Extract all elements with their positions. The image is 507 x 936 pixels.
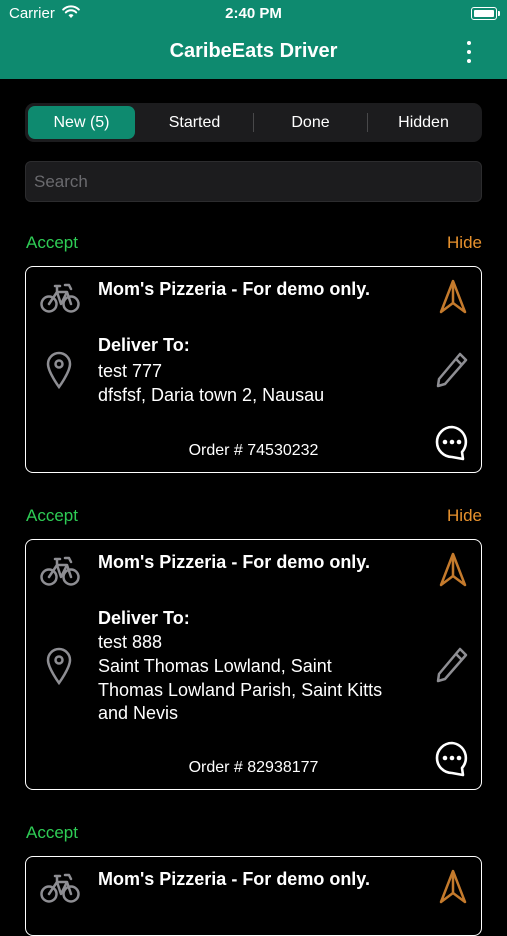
delivery-address: dfsfsf, Daria town 2, Nausau xyxy=(98,385,325,405)
delivery-address-line: Saint Thomas Lowland, Saint xyxy=(98,656,332,676)
page-title: CaribeEats Driver xyxy=(169,40,338,62)
bicycle-icon xyxy=(40,554,80,593)
search-input[interactable] xyxy=(26,162,481,201)
restaurant-name: Mom's Pizzeria - For demo only. xyxy=(98,869,370,889)
status-bar: Carrier 2:40 PM xyxy=(0,0,507,28)
order-card[interactable]: Mom's Pizzeria - For demo only. xyxy=(25,856,482,936)
order-number: Order # 74530232 xyxy=(188,442,319,459)
tab-done[interactable]: Done xyxy=(254,106,367,139)
delivery-address-line: and Nevis xyxy=(98,703,179,723)
accept-button[interactable]: Accept xyxy=(26,823,78,843)
bicycle-icon xyxy=(40,281,80,320)
navigation-arrow-icon[interactable] xyxy=(439,279,467,320)
order-number: Order # 82938177 xyxy=(188,759,319,776)
hide-button[interactable]: Hide xyxy=(447,506,482,526)
order-actions: Accept Hide xyxy=(26,233,482,255)
restaurant-name: Mom's Pizzeria - For demo only. xyxy=(98,279,370,299)
more-vertical-icon xyxy=(467,41,471,45)
bicycle-icon xyxy=(40,871,80,910)
pencil-icon[interactable] xyxy=(435,646,469,689)
search-field xyxy=(25,161,482,202)
deliver-to-label: Deliver To: xyxy=(98,608,190,628)
hide-button[interactable]: Hide xyxy=(447,233,482,253)
order-status-tabs: New (5) Started Done Hidden xyxy=(25,103,482,142)
customer-name: test 888 xyxy=(98,632,163,652)
battery-icon xyxy=(471,7,500,20)
deliver-to-label: Deliver To: xyxy=(98,335,190,355)
tab-new[interactable]: New (5) xyxy=(28,106,135,139)
location-pin-icon xyxy=(46,351,72,394)
restaurant-name: Mom's Pizzeria - For demo only. xyxy=(98,552,370,572)
status-time: 2:40 PM xyxy=(225,5,282,22)
more-menu-button[interactable] xyxy=(461,41,477,65)
accept-button[interactable]: Accept xyxy=(26,233,78,253)
order-card[interactable]: Mom's Pizzeria - For demo only. Deliver … xyxy=(25,539,482,790)
customer-name: test 777 xyxy=(98,361,163,381)
order-actions: Accept Hide xyxy=(26,506,482,528)
app-header: Carrier 2:40 PM CaribeEats Driver xyxy=(0,0,507,79)
tab-started[interactable]: Started xyxy=(138,106,251,139)
delivery-address-line: Thomas Lowland Parish, Saint Kitts xyxy=(98,680,383,700)
accept-button[interactable]: Accept xyxy=(26,506,78,526)
navigation-arrow-icon[interactable] xyxy=(439,552,467,593)
pencil-icon[interactable] xyxy=(435,351,469,394)
tab-hidden[interactable]: Hidden xyxy=(368,106,479,139)
order-card[interactable]: Mom's Pizzeria - For demo only. Deliver … xyxy=(25,266,482,473)
navigation-arrow-icon[interactable] xyxy=(439,869,467,910)
location-pin-icon xyxy=(46,647,72,690)
order-actions: Accept xyxy=(26,823,482,845)
